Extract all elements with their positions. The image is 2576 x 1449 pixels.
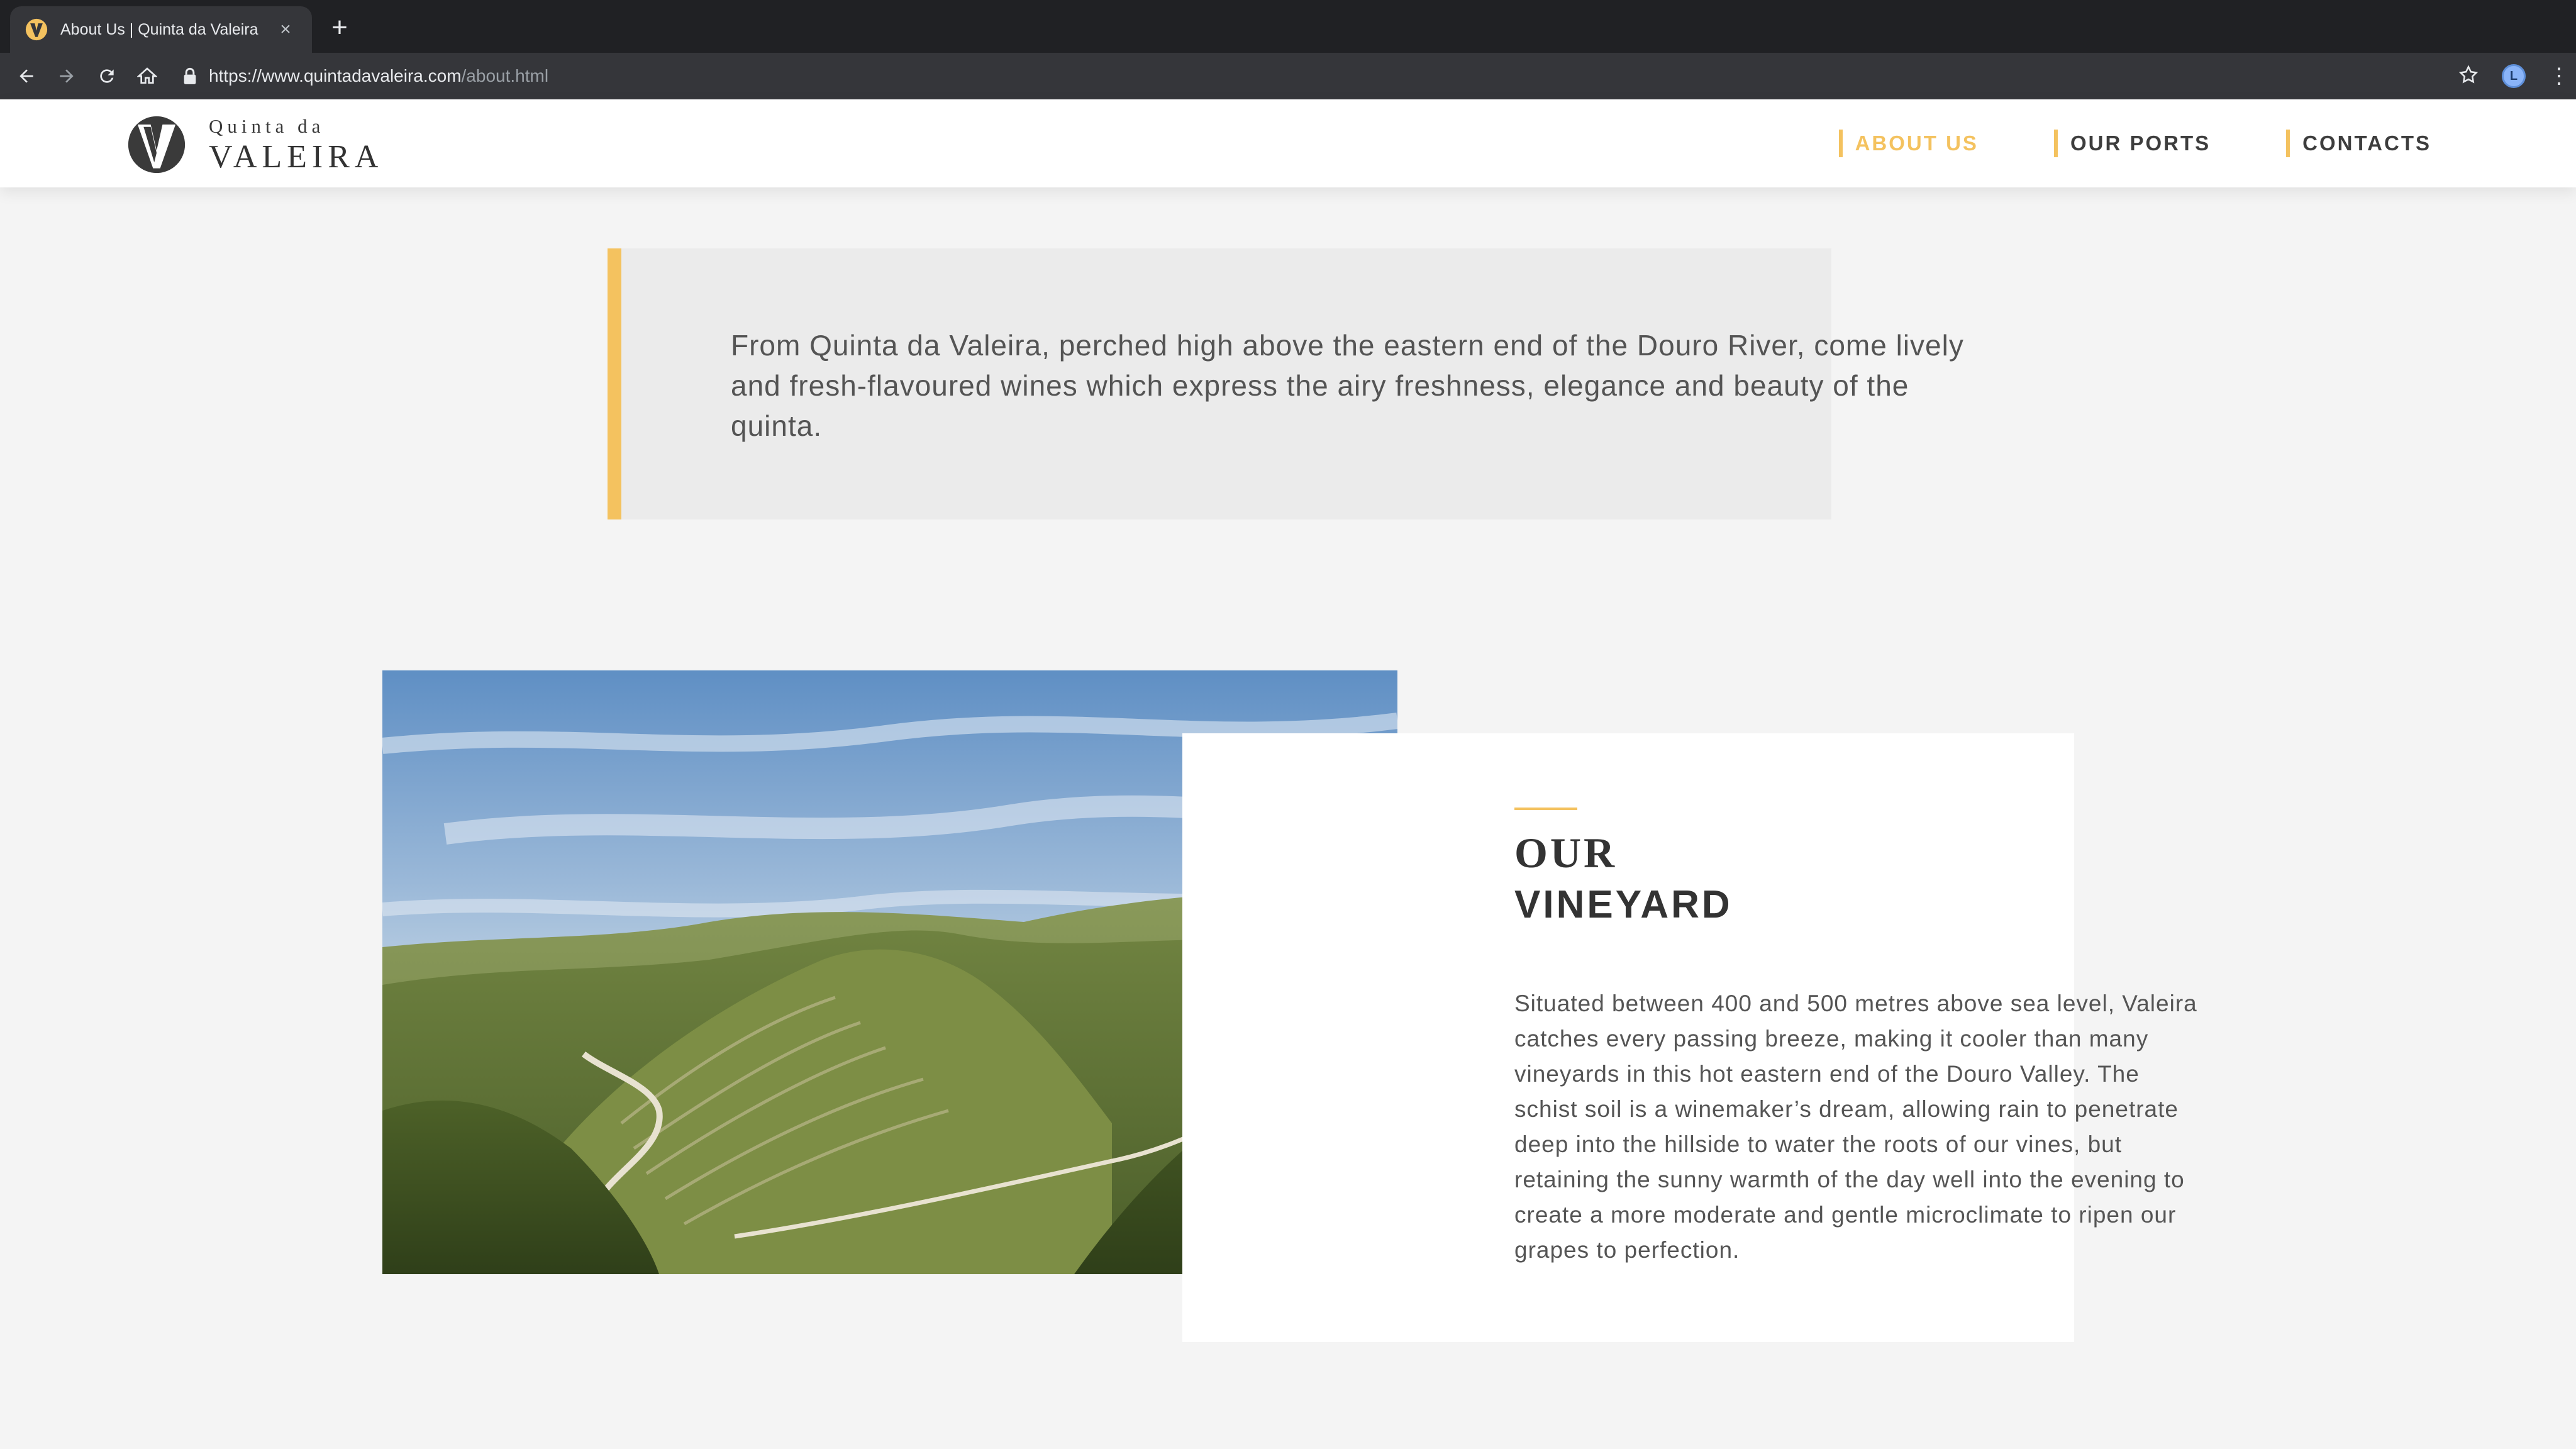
intro-quote: From Quinta da Valeira, perched high abo… [608, 248, 1963, 519]
nav-about-us[interactable]: ABOUT US [1838, 130, 1979, 157]
logo-text-top: Quinta da [209, 114, 325, 137]
valeira-logo-icon [128, 116, 186, 174]
section-accent-line [1514, 808, 1577, 810]
forward-button[interactable] [53, 62, 80, 90]
main-nav: ABOUT US OUR PORTS CONTACTS [1763, 99, 2431, 187]
browser-tab[interactable]: About Us | Quinta da Valeira × [10, 6, 312, 53]
browser-tab-bar: About Us | Quinta da Valeira × + [0, 0, 2576, 53]
tab-title: About Us | Quinta da Valeira [60, 20, 258, 38]
site-favicon-icon [25, 18, 48, 41]
logo-text-bottom: VALEIRA [209, 138, 384, 175]
browser-menu-icon[interactable]: ⋮ [2548, 65, 2570, 87]
back-arrow-icon [19, 69, 33, 83]
address-bar[interactable]: https://www.quintadavaleira.com/about.ht… [182, 53, 548, 99]
profile-avatar[interactable]: L [2502, 64, 2526, 88]
logo-wordmark: Quinta da VALEIRA [209, 116, 383, 174]
url-domain: https://www.quintadavaleira.com [209, 66, 462, 86]
tab-close-icon[interactable]: × [274, 18, 297, 41]
lock-icon [184, 67, 196, 84]
new-tab-icon[interactable]: + [327, 14, 352, 42]
vineyard-title-vineyard: VINEYARD [1514, 883, 1733, 926]
vineyard-description: Situated between 400 and 500 metres abov… [1514, 991, 2197, 1263]
url-path: /about.html [461, 66, 549, 86]
home-icon [137, 67, 157, 84]
site-header: Quinta da VALEIRA ABOUT US OUR PORTS CON… [0, 99, 2576, 187]
forward-arrow-icon [60, 69, 74, 83]
home-button[interactable] [133, 62, 161, 90]
reload-button[interactable] [93, 62, 121, 90]
reload-icon [100, 69, 114, 83]
vineyard-title-our: OUR [1514, 829, 1618, 877]
back-button[interactable] [13, 62, 40, 90]
nav-contacts[interactable]: CONTACTS [2286, 130, 2431, 157]
toolbar-actions: L ⋮ [2458, 53, 2570, 99]
nav-our-ports[interactable]: OUR PORTS [2053, 130, 2211, 157]
bookmark-star-icon[interactable] [2458, 64, 2479, 89]
site-logo[interactable]: Quinta da VALEIRA [127, 114, 383, 175]
intro-quote-text: From Quinta da Valeira, perched high abo… [731, 329, 1964, 442]
url-text: https://www.quintadavaleira.com/about.ht… [209, 66, 548, 86]
